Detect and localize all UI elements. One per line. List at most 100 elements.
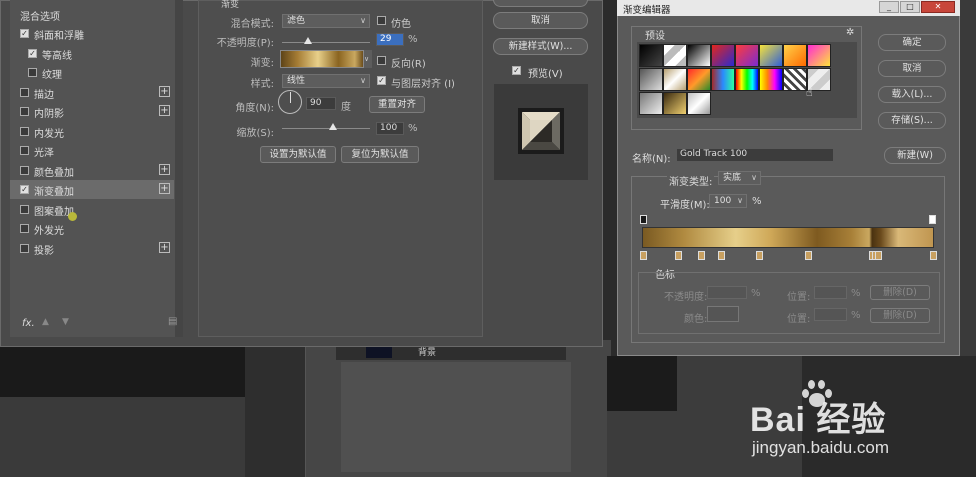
color-stop[interactable] xyxy=(640,251,647,260)
style-item[interactable]: 图案叠加 xyxy=(10,200,174,219)
fx-icon[interactable]: fx. xyxy=(22,318,35,329)
cancel-button[interactable]: 取消 xyxy=(493,12,588,29)
maximize-icon[interactable]: □ xyxy=(900,1,920,13)
gradient-preset-swatch[interactable] xyxy=(807,44,831,67)
style-item[interactable]: 内阴影 + xyxy=(10,102,174,121)
ok-button-partial[interactable] xyxy=(493,0,588,7)
smoothness-select[interactable]: 100 ∨ xyxy=(709,194,747,208)
color-stop[interactable] xyxy=(698,251,705,260)
add-style-icon[interactable]: + xyxy=(159,105,170,116)
style-item[interactable]: 投影 + xyxy=(10,239,174,258)
style-checkbox[interactable] xyxy=(20,107,29,116)
color-stop[interactable] xyxy=(930,251,937,260)
gradient-preset-swatch[interactable] xyxy=(639,68,663,91)
close-icon[interactable]: ✕ xyxy=(921,1,955,13)
color-stop[interactable] xyxy=(674,251,682,260)
reverse-checkbox[interactable] xyxy=(377,56,386,65)
gradient-preview-swatch[interactable] xyxy=(280,50,364,68)
angle-input[interactable]: 90 xyxy=(306,97,336,110)
new-button[interactable]: 新建(W) xyxy=(884,147,946,164)
color-stop[interactable] xyxy=(805,251,813,260)
gradient-preset-swatch[interactable] xyxy=(711,44,735,67)
gradient-dropdown[interactable]: ∨ xyxy=(364,50,372,68)
gradient-bar[interactable] xyxy=(642,227,934,248)
scale-slider-thumb[interactable] xyxy=(329,123,338,130)
gradient-preset-swatch[interactable] xyxy=(783,68,807,91)
gradient-preset-swatch[interactable] xyxy=(759,44,783,67)
style-checkbox[interactable]: ✓ xyxy=(20,29,29,38)
style-item[interactable]: ✓ 斜面和浮雕 xyxy=(10,24,174,43)
add-style-icon[interactable]: + xyxy=(159,85,170,97)
opacity-input[interactable]: 29 xyxy=(376,33,404,46)
trash-icon[interactable]: ▤ xyxy=(168,316,177,327)
add-style-icon[interactable]: + xyxy=(159,183,170,194)
scale-slider[interactable] xyxy=(282,128,370,129)
style-item[interactable]: ✓ 渐变叠加 + xyxy=(10,180,174,199)
name-input[interactable]: Gold Track 100 xyxy=(676,148,834,162)
reset-align-button[interactable]: 重置对齐 xyxy=(369,96,425,113)
style-checkbox[interactable]: ✓ xyxy=(20,185,29,194)
style-checkbox[interactable] xyxy=(20,243,29,253)
align-with-layer-checkbox[interactable]: ✓ xyxy=(377,76,386,85)
set-default-button[interactable]: 设置为默认值 xyxy=(260,146,336,163)
styles-scrollbar[interactable] xyxy=(175,0,183,337)
style-checkbox[interactable] xyxy=(28,68,37,77)
gradient-preset-swatch[interactable] xyxy=(663,92,687,115)
gradient-preset-swatch[interactable] xyxy=(759,68,783,91)
gradient-editor-titlebar[interactable]: 渐变编辑器 _ □ ✕ xyxy=(617,0,960,16)
color-stop[interactable] xyxy=(874,251,882,260)
ok-button[interactable]: 确定 xyxy=(878,34,946,51)
color-stop[interactable] xyxy=(756,251,763,260)
preview-checkbox[interactable]: ✓ xyxy=(512,66,521,75)
gradient-preset-swatch[interactable] xyxy=(783,44,807,67)
gradient-preset-swatch[interactable] xyxy=(735,68,759,91)
style-checkbox[interactable] xyxy=(20,146,29,155)
move-up-icon[interactable]: ▲ xyxy=(42,317,49,327)
gradient-preset-swatch[interactable] xyxy=(687,68,711,91)
dither-checkbox[interactable] xyxy=(377,16,386,25)
style-checkbox[interactable] xyxy=(20,204,29,214)
style-item[interactable]: ✓ 等高线 xyxy=(10,44,174,63)
save-button[interactable]: 存储(S)... xyxy=(878,112,946,129)
gradient-preset-swatch[interactable] xyxy=(687,44,711,67)
style-item[interactable]: 纹理 xyxy=(10,63,174,82)
new-style-button[interactable]: 新建样式(W)... xyxy=(493,38,588,55)
style-item[interactable]: 内发光 xyxy=(10,122,174,141)
style-item[interactable]: 光泽 xyxy=(10,141,174,160)
gradient-preset-swatch[interactable] xyxy=(639,44,663,67)
reset-default-button[interactable]: 复位为默认值 xyxy=(341,146,419,163)
opacity-slider-thumb[interactable] xyxy=(303,37,312,44)
style-checkbox[interactable] xyxy=(20,87,29,97)
style-select[interactable]: 线性 ∨ xyxy=(282,74,370,88)
style-checkbox[interactable] xyxy=(20,126,29,136)
style-checkbox[interactable]: ✓ xyxy=(28,48,37,58)
add-style-icon[interactable]: + xyxy=(159,163,170,175)
color-stop[interactable] xyxy=(718,251,726,260)
blend-mode-select[interactable]: 滤色 ∨ xyxy=(282,14,370,28)
scale-input[interactable]: 100 xyxy=(376,122,404,135)
gradient-preset-swatch[interactable] xyxy=(663,68,687,91)
gradient-preset-swatch[interactable] xyxy=(711,68,735,91)
style-checkbox[interactable] xyxy=(20,224,29,233)
style-item[interactable]: 颜色叠加 + xyxy=(10,161,174,180)
opacity-stop-right[interactable] xyxy=(929,215,936,224)
gradient-preset-swatch[interactable] xyxy=(687,92,711,115)
style-item[interactable]: 外发光 xyxy=(10,219,174,238)
opacity-slider[interactable] xyxy=(282,42,370,43)
move-down-icon[interactable]: ▼ xyxy=(62,317,69,327)
gradient-preset-swatch[interactable] xyxy=(735,44,759,67)
style-item[interactable]: 描边 + xyxy=(10,83,174,102)
gradient-preset-swatch[interactable] xyxy=(663,44,687,67)
style-checkbox[interactable] xyxy=(20,165,29,175)
add-style-icon[interactable]: + xyxy=(159,241,170,253)
blend-options-header[interactable]: 混合选项 xyxy=(20,8,60,23)
gradient-editor-title: 渐变编辑器 xyxy=(623,5,671,16)
minimize-icon[interactable]: _ xyxy=(879,1,899,13)
presets-gear-icon[interactable]: ✲ xyxy=(846,27,854,38)
ge-cancel-button[interactable]: 取消 xyxy=(878,60,946,77)
gradient-type-select[interactable]: 实底 ∨ xyxy=(718,171,761,185)
gradient-preset-swatch[interactable] xyxy=(639,92,663,115)
load-button[interactable]: 载入(L)... xyxy=(878,86,946,103)
angle-dial[interactable] xyxy=(278,90,302,114)
opacity-stop-left[interactable] xyxy=(640,215,647,224)
